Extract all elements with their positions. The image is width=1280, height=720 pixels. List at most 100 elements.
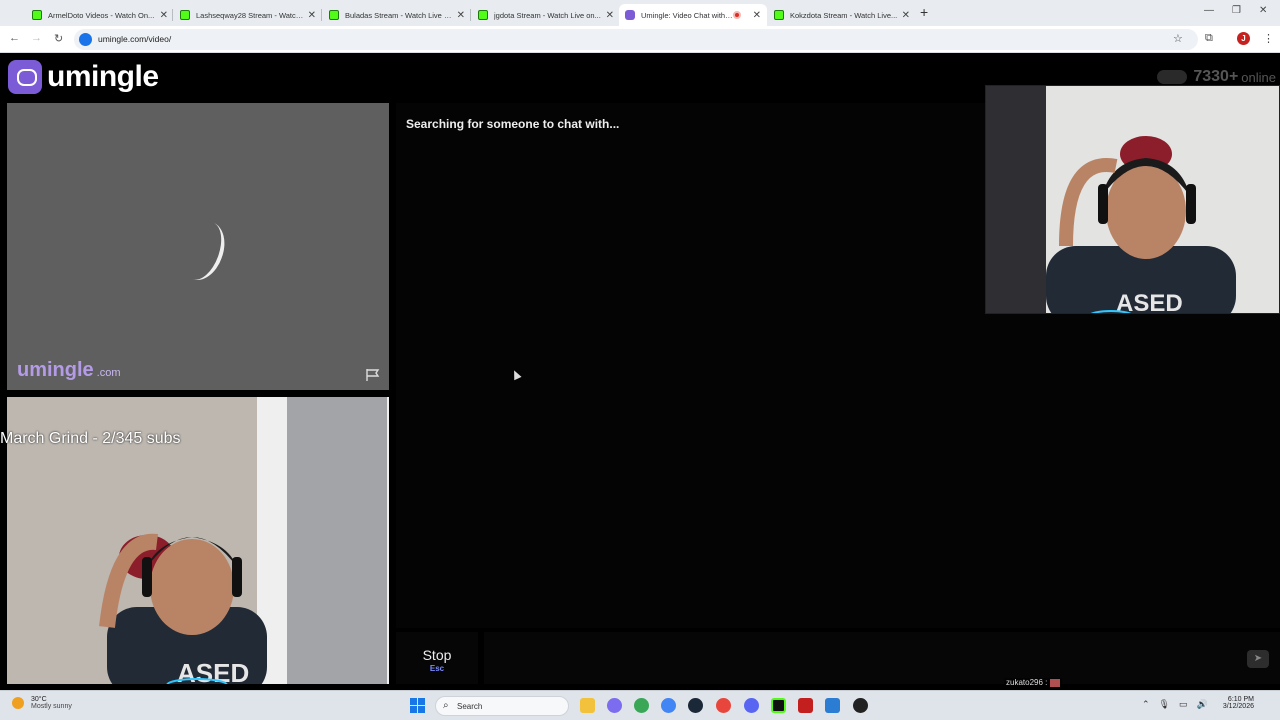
search-label: Search <box>457 702 483 711</box>
send-button[interactable]: ➤ <box>1247 650 1269 668</box>
close-icon[interactable]: ✕ <box>457 10 465 21</box>
browser-toolbar: ← → ↻ umingle.com/video/ ☆ ⧉ J ⋮ <box>0 26 1280 53</box>
bookmark-star-icon[interactable]: ☆ <box>1173 32 1183 45</box>
steam-icon[interactable] <box>688 698 703 713</box>
loading-spinner <box>173 215 233 287</box>
background-cloth <box>287 397 387 684</box>
sun-icon <box>12 697 24 709</box>
search-icon: ⌕ <box>443 700 449 711</box>
kick-icon <box>774 10 784 20</box>
watermark-name: umingle <box>17 359 94 381</box>
chrome-icon[interactable] <box>661 698 676 713</box>
logo-text: umingle <box>47 60 159 93</box>
kick-icon <box>329 10 339 20</box>
close-icon[interactable]: ✕ <box>160 10 168 21</box>
system-tray: ⌃ 🎙 ▭ 🔊 <box>1142 699 1208 710</box>
umingle-page: umingle 7330+ online umingle .com ASED M… <box>0 54 1280 690</box>
close-icon[interactable]: ✕ <box>308 10 316 21</box>
browser-tab[interactable]: Kokzdota Stream - Watch Live... ✕ <box>768 4 916 26</box>
online-toggle[interactable] <box>1157 70 1188 84</box>
microphone-icon[interactable]: 🎙 <box>1159 699 1170 710</box>
weather-desc: Mostly sunny <box>31 703 72 710</box>
svg-text:ASED: ASED <box>1116 290 1183 314</box>
stream-webcam-overlay: ASED <box>985 85 1280 314</box>
dota-icon[interactable] <box>798 698 813 713</box>
stop-button[interactable]: Stop Esc <box>396 632 478 684</box>
chrome-icon[interactable] <box>634 698 649 713</box>
umingle-logo[interactable]: umingle <box>8 60 159 94</box>
close-icon[interactable]: ✕ <box>753 10 761 21</box>
browser-tab-bar: ArmelDoto Videos - Watch On... ✕ Lashseq… <box>0 0 1280 26</box>
clock-date: 3/12/2026 <box>1222 703 1254 710</box>
chat-line: zukato296 : <box>1006 678 1048 687</box>
kick-icon <box>32 10 42 20</box>
app-icon[interactable] <box>771 698 786 713</box>
tab-title: Lashseqway28 Stream - Watch... <box>196 10 304 20</box>
sub-goal-overlay: March Grind - 2/345 subs <box>0 430 181 447</box>
new-tab-button[interactable]: + <box>920 4 928 20</box>
tab-title: Kokzdota Stream - Watch Live... <box>790 10 898 20</box>
browser-tab-active[interactable]: Umingle: Video Chat with S... ✕ <box>619 4 767 26</box>
tab-title: ArmelDoto Videos - Watch On... <box>48 10 155 20</box>
tab-title: Umingle: Video Chat with S... <box>641 10 733 20</box>
tab-divider <box>470 9 471 21</box>
message-input[interactable] <box>484 632 1280 684</box>
forward-icon[interactable]: → <box>31 32 42 44</box>
send-icon: ➤ <box>1253 653 1263 664</box>
online-label: online <box>1241 69 1276 85</box>
browser-tab[interactable]: Lashseqway28 Stream - Watch... ✕ <box>174 4 322 26</box>
calculator-icon[interactable] <box>825 698 840 713</box>
back-icon[interactable]: ← <box>9 32 20 44</box>
clock-time: 6:10 PM <box>1227 696 1254 703</box>
kick-icon <box>478 10 488 20</box>
reload-icon[interactable]: ↻ <box>54 32 63 45</box>
chrome-icon[interactable] <box>716 698 731 713</box>
tab-title: jgdota Stream - Watch Live on... <box>494 10 601 20</box>
chevron-up-icon[interactable]: ⌃ <box>1142 699 1150 710</box>
umingle-icon <box>625 10 635 20</box>
url-text[interactable]: umingle.com/video/ <box>98 34 171 44</box>
close-icon[interactable]: ✕ <box>902 10 910 21</box>
umingle-watermark: umingle .com <box>17 359 121 382</box>
online-counter: 7330+ online <box>1157 68 1276 86</box>
streamer-figure: ASED <box>1046 136 1236 314</box>
taskbar-search[interactable]: ⌕ Search <box>435 696 569 716</box>
window-close-icon[interactable]: ✕ <box>1259 5 1267 16</box>
maximize-icon[interactable]: ❐ <box>1232 5 1241 16</box>
weather-widget[interactable]: 30°C Mostly sunny <box>12 696 72 710</box>
emote-icon <box>1050 678 1061 687</box>
weather-temp: 30°C <box>31 696 47 703</box>
chat-bubble-icon <box>8 60 42 94</box>
streamer-figure: ASED <box>99 533 267 684</box>
file-explorer-icon[interactable] <box>580 698 595 713</box>
windows-start-icon[interactable] <box>410 698 425 713</box>
browser-tab[interactable]: Buladas Stream - Watch Live on... ✕ <box>323 4 471 26</box>
profile-avatar[interactable]: J <box>1237 32 1250 45</box>
windows-taskbar: 30°C Mostly sunny ⌕ Search ⌃ 🎙 ▭ 🔊 6:10 … <box>0 690 1280 720</box>
volume-icon[interactable]: 🔊 <box>1197 699 1208 710</box>
extensions-icon[interactable]: ⧉ <box>1205 32 1213 45</box>
obs-icon[interactable] <box>853 698 868 713</box>
browser-tab[interactable]: ArmelDoto Videos - Watch On... ✕ <box>26 4 174 26</box>
tab-divider <box>321 9 322 21</box>
stranger-video-panel: umingle .com <box>7 103 389 390</box>
network-icon[interactable]: ▭ <box>1179 699 1188 710</box>
copilot-icon[interactable] <box>607 698 622 713</box>
discord-icon[interactable] <box>744 698 759 713</box>
stop-shortcut-hint: Esc <box>429 664 445 673</box>
tab-divider <box>172 9 173 21</box>
minimize-icon[interactable]: — <box>1204 5 1214 16</box>
tab-title: Buladas Stream - Watch Live on... <box>345 10 453 20</box>
address-bar[interactable]: umingle.com/video/ <box>74 29 1198 50</box>
browser-tab[interactable]: jgdota Stream - Watch Live on... ✕ <box>472 4 620 26</box>
clock[interactable]: 6:10 PM 3/12/2026 <box>1212 696 1254 710</box>
close-icon[interactable]: ✕ <box>606 10 614 21</box>
online-count: 7330+ <box>1193 68 1239 85</box>
stop-label: Stop <box>422 647 452 663</box>
report-flag-icon[interactable] <box>365 368 381 382</box>
kick-icon <box>180 10 190 20</box>
status-message: Searching for someone to chat with... <box>406 117 620 131</box>
site-info-icon[interactable] <box>79 33 92 46</box>
stream-chat-overlay: zukato296 : <box>1004 678 1063 687</box>
menu-kebab-icon[interactable]: ⋮ <box>1263 32 1274 45</box>
